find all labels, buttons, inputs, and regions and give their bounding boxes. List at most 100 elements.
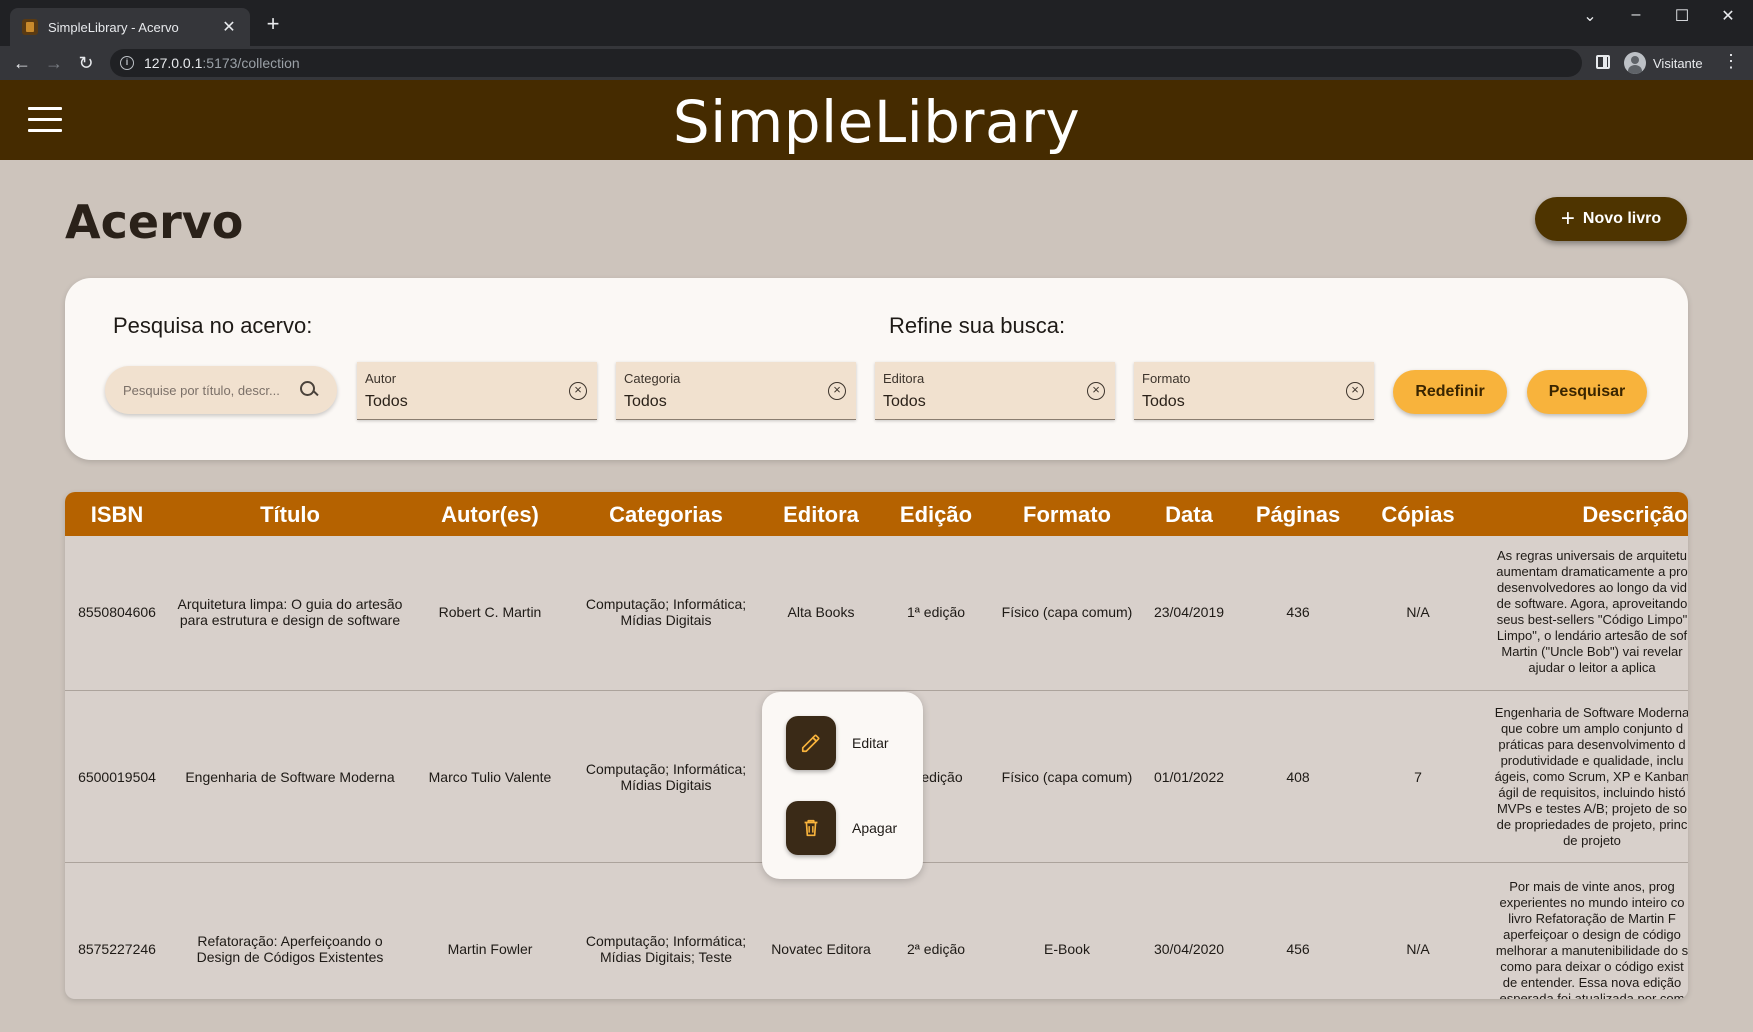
cell-copies: N/A	[1406, 941, 1430, 957]
clear-category-icon[interactable]: ×	[828, 382, 846, 400]
cell-edition: 2ª edição	[906, 941, 966, 957]
author-filter-value: Todos	[365, 393, 408, 410]
cell-publisher: Novatec Editora	[771, 941, 871, 957]
search-input[interactable]	[123, 382, 299, 398]
refine-heading: Refine sua busca:	[889, 313, 1066, 338]
cell-edition: edição	[921, 769, 963, 785]
col-title[interactable]: Título	[260, 502, 320, 528]
edit-button[interactable]	[786, 716, 836, 770]
desc-line: produtividade e qualidade, inclu	[1500, 753, 1684, 768]
reset-button[interactable]: Redefinir	[1393, 370, 1507, 414]
format-filter[interactable]: Formato Todos ×	[1134, 362, 1374, 420]
desc-line: ágil de requisitos, incluindo histó	[1498, 785, 1686, 800]
minimize-icon[interactable]: –	[1624, 6, 1648, 24]
delete-button[interactable]	[786, 801, 836, 855]
category-filter[interactable]: Categoria Todos ×	[616, 362, 856, 420]
cell-author: Robert C. Martin	[438, 604, 542, 620]
back-icon[interactable]: ←	[10, 51, 34, 75]
desc-line: de software. Agora, aproveitando	[1496, 596, 1688, 611]
new-book-label: Novo livro	[1582, 210, 1662, 227]
desc-line: como para deixar o código exist	[1500, 959, 1684, 974]
site-info-icon[interactable]: i	[120, 56, 134, 70]
clear-publisher-icon[interactable]: ×	[1087, 382, 1105, 400]
category-filter-value: Todos	[624, 393, 667, 410]
table-row[interactable]: 8550804606 Arquitetura limpa: O guia do …	[65, 536, 1688, 691]
search-icon[interactable]	[299, 380, 319, 400]
profile-button[interactable]: Visitante	[1624, 50, 1703, 76]
col-pages[interactable]: Páginas	[1256, 502, 1340, 528]
delete-menu-item[interactable]: Apagar	[786, 801, 897, 855]
plus-icon: +	[1560, 205, 1575, 232]
table-row[interactable]: 8575227246 Refatoração: Aperfeiçoando o …	[65, 863, 1688, 999]
browser-menu-icon[interactable]: ⋮	[1722, 51, 1740, 72]
table-header: ISBN Título Autor(es) Categorias Editora…	[65, 492, 1688, 536]
publisher-filter-label: Editora	[883, 371, 925, 386]
search-button[interactable]: Pesquisar	[1527, 370, 1647, 414]
desc-line: Martin ("Uncle Bob") vai revelar	[1501, 644, 1683, 659]
desc-line: Por mais de vinte anos, prog	[1509, 879, 1675, 894]
cell-isbn: 8575227246	[78, 941, 156, 957]
pencil-icon	[801, 734, 820, 753]
desc-line: Limpo", o lendário artesão de sof	[1496, 628, 1688, 643]
col-authors[interactable]: Autor(es)	[441, 502, 539, 528]
address-bar[interactable]: i 127.0.0.1:5173/collection	[110, 49, 1582, 77]
delete-label: Apagar	[852, 820, 898, 836]
col-date[interactable]: Data	[1165, 502, 1213, 528]
reload-icon[interactable]: ↻	[74, 51, 98, 75]
clear-author-icon[interactable]: ×	[569, 382, 587, 400]
col-edition[interactable]: Edição	[900, 502, 972, 528]
col-format[interactable]: Formato	[1023, 502, 1111, 528]
cell-description: Por mais de vinte anos, prog experientes…	[1482, 879, 1688, 999]
trash-icon	[804, 819, 818, 837]
clear-format-icon[interactable]: ×	[1346, 382, 1364, 400]
app-header: SimpleLibrary	[0, 80, 1753, 160]
forward-icon[interactable]: →	[42, 51, 66, 75]
cell-copies: N/A	[1406, 604, 1430, 620]
browser-tab[interactable]: SimpleLibrary - Acervo ✕	[10, 8, 250, 46]
new-book-button[interactable]: + Novo livro	[1535, 197, 1687, 241]
cell-title-line: Refatoração: Aperfeiçoando o	[197, 933, 383, 949]
desc-line: desenvolvedores ao longo da vid	[1496, 580, 1688, 595]
col-publisher[interactable]: Editora	[783, 502, 859, 528]
side-panel-icon[interactable]	[1596, 55, 1610, 69]
desc-line: aperfeiçoar o design de código	[1503, 927, 1681, 942]
cell-title-line: Engenharia de Software Moderna	[185, 769, 395, 785]
cell-isbn: 6500019504	[78, 769, 156, 785]
format-filter-label: Formato	[1142, 371, 1191, 386]
close-window-icon[interactable]: ✕	[1716, 6, 1740, 26]
profile-avatar-icon	[1624, 52, 1646, 74]
desc-line: de projeto	[1563, 833, 1621, 848]
url-path: :5173/collection	[202, 55, 300, 71]
cell-categories-line: Mídias Digitais; Teste	[599, 949, 733, 965]
desc-line: melhorar a manutenibilidade do s	[1495, 943, 1688, 958]
category-filter-label: Categoria	[624, 371, 681, 386]
new-tab-button[interactable]: +	[260, 11, 286, 37]
edit-menu-item[interactable]: Editar	[786, 716, 889, 770]
author-filter[interactable]: Autor Todos ×	[357, 362, 597, 420]
search-card: Pesquisa no acervo: Refine sua busca: Au…	[65, 278, 1688, 460]
desc-line: aumentam dramaticamente a pro	[1496, 564, 1688, 579]
search-heading: Pesquisa no acervo:	[113, 313, 313, 338]
col-isbn[interactable]: ISBN	[91, 502, 144, 528]
tab-close-icon[interactable]: ✕	[220, 17, 238, 37]
cell-edition: 1ª edição	[906, 604, 966, 620]
publisher-filter-value: Todos	[883, 393, 926, 410]
cell-categories-line: Computação; Informática;	[585, 933, 747, 949]
cell-title-line: Design de Códigos Existentes	[196, 949, 384, 965]
cell-date: 01/01/2022	[1153, 769, 1225, 785]
desc-line: esperada foi atualizada por com	[1499, 991, 1685, 999]
col-copies[interactable]: Cópias	[1381, 502, 1454, 528]
publisher-filter[interactable]: Editora Todos ×	[875, 362, 1115, 420]
col-description[interactable]: Descrição	[1582, 502, 1687, 528]
cell-format: Físico (capa comum)	[1001, 769, 1133, 785]
maximize-icon[interactable]: ☐	[1670, 6, 1694, 26]
cell-pages: 408	[1286, 769, 1310, 785]
cell-title-line: Arquitetura limpa: O guia do artesão	[177, 596, 403, 612]
cell-description: Engenharia de Software Moderna que cobre…	[1482, 705, 1688, 849]
desc-line: experientes no mundo inteiro co	[1499, 895, 1685, 910]
col-categories[interactable]: Categorias	[609, 502, 723, 528]
search-box[interactable]	[105, 366, 337, 414]
tab-search-icon[interactable]: ⌄	[1578, 6, 1602, 26]
desc-line: de entender. Essa nova edição	[1502, 975, 1682, 990]
tab-title: SimpleLibrary - Acervo	[48, 19, 179, 35]
